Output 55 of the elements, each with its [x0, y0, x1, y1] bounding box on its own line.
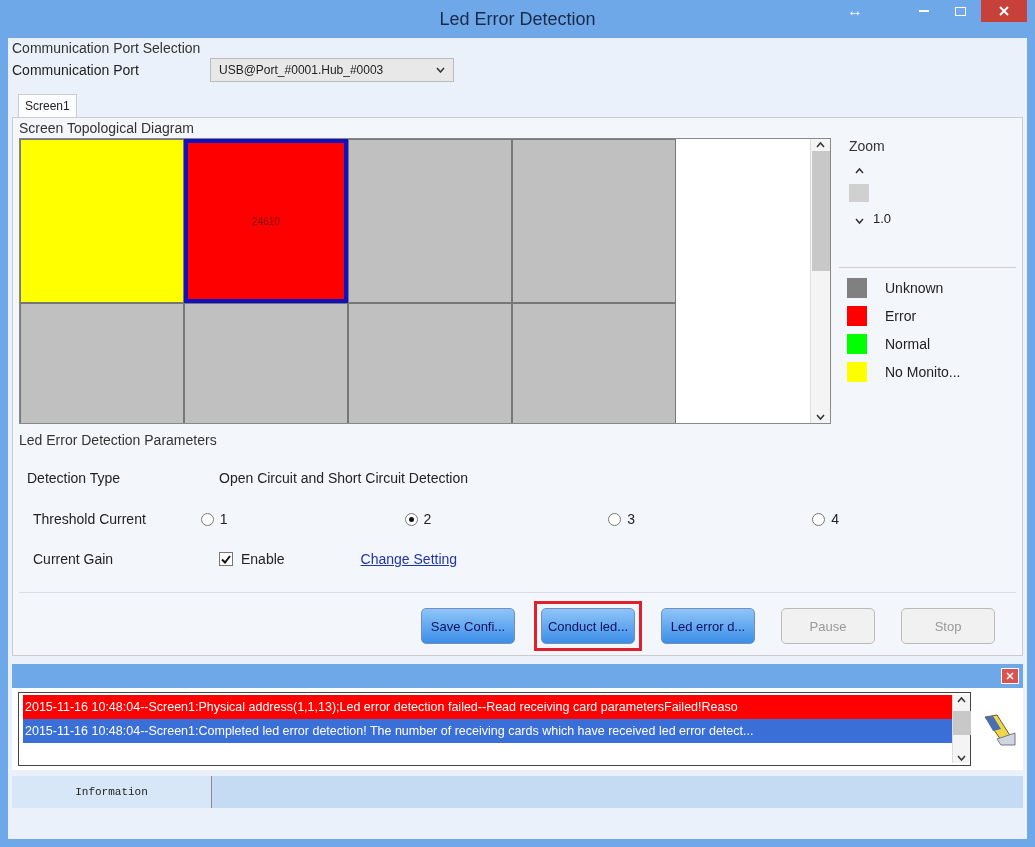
- maximize-icon: [954, 6, 966, 16]
- radio-button[interactable]: [608, 512, 622, 526]
- port-dropdown[interactable]: USB@Port_#0001.Hub_#0003: [210, 58, 454, 82]
- action-button[interactable]: Conduct led...: [541, 608, 635, 644]
- screen-cell[interactable]: [20, 303, 184, 423]
- window-title: Led Error Detection: [439, 8, 596, 30]
- screen-cell[interactable]: [20, 139, 184, 303]
- screen-cell[interactable]: [348, 303, 512, 423]
- legend-label: Error: [885, 308, 917, 324]
- radio-label: 4: [831, 511, 839, 527]
- scroll-up-icon[interactable]: [957, 695, 966, 705]
- radio-label: 2: [423, 511, 432, 527]
- zoom-out-icon[interactable]: [854, 216, 864, 226]
- tab[interactable]: Screen1: [18, 94, 77, 117]
- scrollbar[interactable]: [952, 695, 970, 763]
- group-title: Communication Port Selection: [12, 40, 202, 56]
- zoom-title: Zoom: [849, 138, 886, 154]
- port-label: Communication Port: [12, 62, 140, 78]
- caret-icon: [436, 67, 445, 73]
- log-entry[interactable]: 2015-11-16 10:48:04--Screen1:Physical address(1,1,13);Led error detection failed--Read receiving card parametersFailed!Reaso: [23, 695, 952, 719]
- radio-label: 1: [219, 511, 228, 527]
- group-title: Led Error Detection Parameters: [19, 432, 218, 448]
- minimize-icon: [919, 10, 929, 12]
- radio-button[interactable]: [404, 512, 418, 526]
- close-icon[interactable]: [1001, 668, 1019, 684]
- detection-type-value: Open Circuit and Short Circuit Detection: [219, 470, 468, 486]
- screen-cell[interactable]: [184, 303, 348, 423]
- action-button[interactable]: Save Confi...: [421, 608, 515, 644]
- action-button[interactable]: Led error d...: [661, 608, 755, 644]
- checkbox-label: Enable: [241, 551, 285, 567]
- legend-label: No Monito...: [885, 364, 961, 380]
- screen-cell[interactable]: [512, 303, 676, 423]
- screen-cell[interactable]: [348, 139, 512, 303]
- log-entry[interactable]: 2015-11-16 10:48:04--Screen1:Completed led error detection! The number of receiving cards which have received led error detect...: [23, 719, 952, 743]
- close-button[interactable]: [981, 0, 1027, 22]
- broom-icon[interactable]: [981, 711, 1017, 747]
- radio-label: 3: [627, 511, 636, 527]
- radio-button[interactable]: [812, 512, 826, 526]
- threshold-label: Threshold Current: [32, 511, 147, 527]
- zoom-value: 1.0: [873, 211, 892, 226]
- scroll-down-icon[interactable]: [957, 753, 966, 763]
- scrollbar[interactable]: [810, 139, 830, 423]
- detection-type-label: Detection Type: [26, 470, 122, 486]
- zoom-thumb[interactable]: [849, 184, 869, 202]
- close-icon: [999, 6, 1009, 16]
- zoom-in-icon[interactable]: [854, 166, 864, 176]
- screen-cell[interactable]: [512, 139, 676, 303]
- current-gain-label: Current Gain: [32, 551, 115, 567]
- radio-button[interactable]: [200, 512, 214, 526]
- checkbox[interactable]: [219, 552, 233, 566]
- status-tab[interactable]: Information: [12, 776, 212, 808]
- change-setting-link[interactable]: Change Setting: [360, 551, 458, 567]
- group-title: Screen Topological Diagram: [19, 119, 195, 138]
- legend-label: Normal: [885, 336, 931, 352]
- legend-label: Unknown: [885, 280, 944, 296]
